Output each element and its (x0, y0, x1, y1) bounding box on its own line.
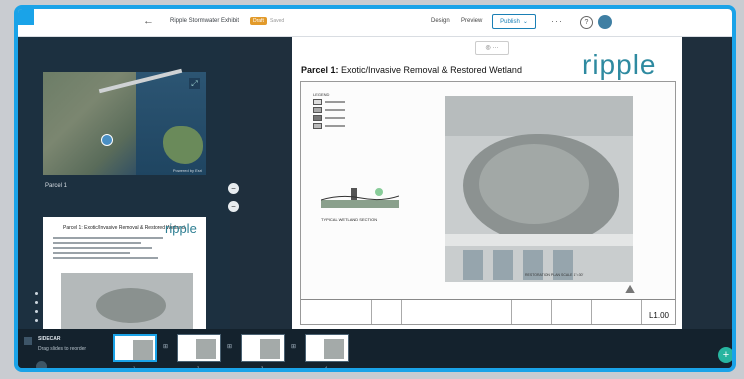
title-block: L1.00 (301, 299, 675, 324)
tray-slide[interactable] (177, 334, 221, 362)
preview-button[interactable]: Preview (461, 18, 482, 24)
tray-slide[interactable] (305, 334, 349, 362)
slide-number: 2 (197, 365, 200, 370)
north-arrow-icon: ⛰ (625, 282, 636, 296)
insert-slide-icon[interactable]: ⊞ (227, 344, 233, 350)
slide-tray: SIDECAR Drag slides to reorder 1 ⊞ 2 ⊞ 3… (18, 329, 732, 370)
expand-icon[interactable]: ⤢ (189, 78, 200, 89)
slide-sidebar: ⤢ Powered by Esri Parcel 1 Parcel 1: Exo… (18, 37, 230, 357)
section-label: TYPICAL WETLAND SECTION (321, 217, 378, 222)
thumb-logo: ripple (165, 221, 197, 236)
more-options-icon[interactable]: ··· (551, 16, 563, 26)
map-pin-icon (101, 134, 113, 146)
media-toolbar[interactable]: ◎ ··· (475, 41, 509, 55)
saved-status: Saved (270, 18, 285, 24)
story-title[interactable]: Ripple Stormwater Exhibit (170, 18, 239, 24)
slide-thumb-map[interactable]: ⤢ Powered by Esri (43, 68, 206, 175)
tray-hint: Drag slides to reorder (38, 346, 87, 352)
help-icon[interactable]: ? (580, 16, 593, 29)
wetland-section-drawing (321, 188, 399, 208)
ripple-logo: ripple (582, 49, 657, 80)
slide-title: Parcel 1: Exotic/Invasive Removal & Rest… (301, 65, 522, 75)
slide-pagination[interactable] (35, 292, 38, 328)
grid-icon[interactable] (24, 337, 32, 345)
tray-nav-icon[interactable] (36, 361, 47, 368)
publish-label: Publish (500, 18, 520, 25)
design-button[interactable]: Design (431, 18, 450, 24)
top-toolbar: ← Ripple Stormwater Exhibit Draft Saved … (18, 9, 732, 37)
thumb-text-lines (53, 237, 163, 262)
back-arrow-icon[interactable]: ← (143, 15, 154, 27)
tray-label: SIDECAR (38, 336, 61, 342)
insert-slide-icon[interactable]: ⊞ (163, 344, 169, 350)
app-frame: ← Ripple Stormwater Exhibit Draft Saved … (14, 5, 736, 372)
status-badge: Draft (250, 17, 267, 25)
slide-number: 3 (261, 365, 264, 370)
island (163, 126, 203, 164)
add-slide-button[interactable]: + (718, 347, 732, 363)
collapse-down-icon[interactable]: − (228, 201, 239, 212)
slide-canvas: ◎ ··· Parcel 1: Exotic/Invasive Removal … (292, 37, 682, 329)
panel-corner-tab (18, 9, 34, 25)
sheet-number: L1.00 (648, 311, 669, 320)
slide-number: 4 (325, 365, 328, 370)
restoration-plan: RESTORATION PLAN SCALE 1"=30' (445, 96, 633, 282)
slide-caption: Parcel 1 (45, 183, 68, 189)
legend: LEGEND (313, 92, 359, 129)
plan-label: RESTORATION PLAN SCALE 1"=30' (525, 273, 584, 277)
site-plan-drawing: LEGEND TYPICAL WETLAND SECTION RESTORATI… (300, 81, 676, 325)
map-credit: Powered by Esri (172, 168, 202, 173)
title-rest: Exotic/Invasive Removal & Restored Wetla… (338, 65, 522, 75)
avatar[interactable] (598, 15, 612, 29)
legend-title: LEGEND (313, 92, 330, 97)
tray-slide[interactable] (113, 334, 157, 362)
publish-button[interactable]: Publish ⌄ (492, 14, 536, 29)
slide-number: 1 (133, 365, 136, 370)
title-bold: Parcel 1: (301, 65, 339, 75)
tray-slide[interactable] (241, 334, 285, 362)
insert-slide-icon[interactable]: ⊞ (291, 344, 297, 350)
collapse-up-icon[interactable]: − (228, 183, 239, 194)
chevron-down-icon: ⌄ (522, 19, 528, 25)
